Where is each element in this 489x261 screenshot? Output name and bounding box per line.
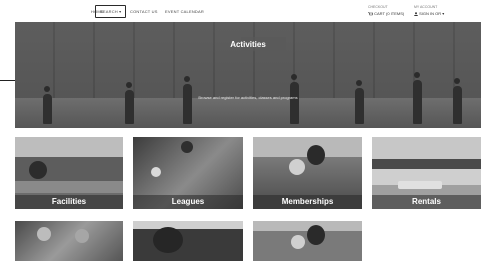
account-label: SIGN IN OR ▾ [419,11,445,16]
cart-icon [368,12,373,16]
card-leagues[interactable]: Leagues [133,137,243,209]
annotation-pointer-line [0,80,15,81]
card-facilities-label: Facilities [15,195,123,209]
card-row2-2[interactable] [133,221,243,261]
card-memberships-label: Memberships [253,195,362,209]
user-icon [414,12,418,16]
person-head-shape [37,227,51,241]
hero-figure [355,88,364,124]
hero-figure [290,82,299,124]
child-head-shape [291,235,305,249]
card-row2-1[interactable] [15,221,123,261]
card-row2-3[interactable] [253,221,362,261]
hero-figure-head [291,74,297,80]
top-navigation: HOME SEARCH ▾ CONTACT US EVENT CALENDAR … [0,0,489,22]
person-head-shape [307,225,325,245]
card-facilities[interactable]: Facilities [15,137,123,209]
account-block[interactable]: MY ACCOUNT SIGN IN OR ▾ [414,5,444,16]
tree-shape [29,161,47,179]
child-head-shape [151,167,161,177]
nav-event-calendar-link[interactable]: EVENT CALENDAR [165,9,204,14]
hero-figure [453,86,462,124]
child-head-shape [289,159,305,175]
person-head-shape [75,229,89,243]
hero-floor [15,98,481,128]
hero-figure [183,84,192,124]
account-caption: MY ACCOUNT [414,5,438,9]
cart-block[interactable]: CHECKOUT CART (0 ITEMS) [368,5,404,16]
card-rentals-label: Rentals [372,195,481,209]
card-leagues-label: Leagues [133,195,243,209]
cart-label: CART (0 ITEMS) [374,11,405,16]
card-memberships[interactable]: Memberships [253,137,362,209]
hero-subtitle: Browse and register for activities, clas… [198,95,298,100]
hero-figure-head [126,82,132,88]
boat-shape [398,181,442,189]
card-rentals[interactable]: Rentals [372,137,481,209]
cart-caption: CHECKOUT [368,5,388,9]
hero-banner: Activities Browse and register for activ… [15,22,481,128]
hero-figure-head [184,76,190,82]
hero-figure-head [454,78,460,84]
hero-figure [413,80,422,124]
nav-contact-link[interactable]: CONTACT US [130,9,158,14]
person-head-shape [181,141,193,153]
person-head-shape [307,145,325,165]
hero-figure-head [356,80,362,86]
nav-search-dropdown[interactable]: SEARCH ▾ [95,5,127,18]
hero-figure-head [44,86,50,92]
tree-shape [153,227,183,253]
hero-figure-head [414,72,420,78]
hero-title: Activities [230,40,266,49]
